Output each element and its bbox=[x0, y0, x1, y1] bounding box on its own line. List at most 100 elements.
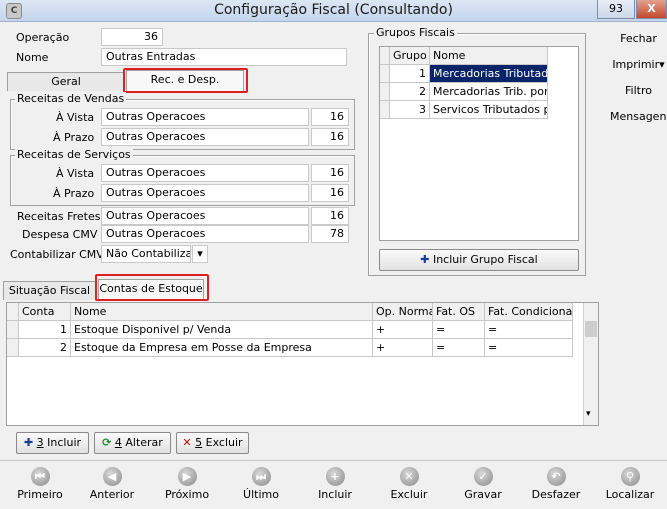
nav-incluir-button[interactable]: + Incluir bbox=[298, 467, 372, 501]
grupos-row-3-grupo[interactable]: 3 bbox=[390, 101, 430, 119]
grupos-row-1-nome[interactable]: Mercadorias Tributadas bbox=[430, 65, 548, 83]
contas-row-1-os[interactable]: = bbox=[433, 321, 485, 339]
nav-anterior-button[interactable]: ◀ Anterior bbox=[75, 467, 149, 501]
nav-primeiro-label: Primeiro bbox=[17, 488, 63, 501]
grupos-header-grupo[interactable]: Grupo bbox=[390, 47, 430, 65]
incluir-conta-button[interactable]: ✚ 3 Incluir bbox=[16, 432, 89, 454]
contas-row-2-nome[interactable]: Estoque da Empresa em Posse da Empresa bbox=[71, 339, 373, 357]
close-window-button[interactable]: X bbox=[636, 0, 667, 19]
nav-ultimo-button[interactable]: ⏭ Último bbox=[224, 467, 298, 501]
check-icon: ✓ bbox=[473, 467, 493, 486]
nav-primeiro-button[interactable]: ⏮ Primeiro bbox=[3, 467, 77, 501]
servicos-aprazo-code[interactable]: 16 bbox=[311, 184, 349, 202]
contas-scrollbar[interactable]: ▾ bbox=[583, 303, 598, 425]
operacao-field[interactable]: 36 bbox=[101, 28, 163, 46]
servicos-avista-code[interactable]: 16 bbox=[311, 164, 349, 182]
incluir-grupo-fiscal-button[interactable]: ✚ Incluir Grupo Fiscal bbox=[379, 249, 579, 271]
cmv-code[interactable]: 78 bbox=[311, 225, 349, 243]
plus-icon: ✚ bbox=[23, 436, 34, 449]
imprimir-label: Imprimir bbox=[612, 58, 660, 71]
contas-row-2-os[interactable]: = bbox=[433, 339, 485, 357]
tab-situacao-fiscal[interactable]: Situação Fiscal bbox=[3, 281, 96, 300]
plus-icon: ✚ bbox=[420, 253, 430, 266]
title-bar: C Configuração Fiscal (Consultando) bbox=[0, 0, 667, 22]
receitas-vendas-title: Receitas de Vendas bbox=[15, 92, 127, 105]
vendas-avista-code[interactable]: 16 bbox=[311, 108, 349, 126]
refresh-icon: ⟳ bbox=[102, 436, 112, 449]
contas-row-1-nome[interactable]: Estoque Disponivel p/ Venda bbox=[71, 321, 373, 339]
nav-incluir-label: Incluir bbox=[318, 488, 352, 501]
mensagens-button[interactable]: Mensagens bbox=[610, 110, 667, 123]
nav-desfazer-label: Desfazer bbox=[531, 488, 581, 501]
vendas-avista-label: À Vista bbox=[56, 111, 95, 124]
nav-desfazer-button[interactable]: ↶ Desfazer bbox=[519, 467, 593, 501]
nav-localizar-button[interactable]: ⚲ Localizar bbox=[593, 467, 667, 501]
grupos-fiscais-title: Grupos Fiscais bbox=[374, 26, 457, 39]
tab-highlight bbox=[123, 68, 248, 93]
grupos-corner bbox=[380, 47, 390, 65]
contas-header-op-normal[interactable]: Op. Normal bbox=[373, 303, 433, 321]
contas-row-2-op[interactable]: + bbox=[373, 339, 433, 357]
contas-header-fat-condicional[interactable]: Fat. Condicional bbox=[485, 303, 573, 321]
grupos-row-1-grupo[interactable]: 1 bbox=[390, 65, 430, 83]
code-badge: 93 bbox=[597, 0, 635, 19]
contas-grid[interactable]: Conta Nome Op. Normal Fat. OS Fat. Condi… bbox=[6, 302, 599, 426]
scrollbar-thumb[interactable] bbox=[585, 321, 597, 337]
nav-localizar-label: Localizar bbox=[605, 488, 655, 501]
grupos-row-indicator bbox=[380, 101, 390, 119]
chevron-down-icon: ▾ bbox=[197, 247, 203, 260]
nav-proximo-button[interactable]: ▶ Próximo bbox=[150, 467, 224, 501]
alterar-shortcut: 4 bbox=[114, 436, 122, 449]
nav-proximo-label: Próximo bbox=[164, 488, 210, 501]
contas-corner bbox=[7, 303, 19, 321]
vendas-aprazo-code[interactable]: 16 bbox=[311, 128, 349, 146]
x-icon: ✕ bbox=[399, 467, 419, 486]
scroll-down-icon[interactable]: ▾ bbox=[586, 409, 591, 419]
grupos-row-indicator bbox=[380, 65, 390, 83]
grupos-header-nome[interactable]: Nome bbox=[430, 47, 548, 65]
servicos-avista-field[interactable]: Outras Operacoes bbox=[101, 164, 309, 182]
servicos-aprazo-field[interactable]: Outras Operacoes bbox=[101, 184, 309, 202]
grupos-row-indicator bbox=[380, 83, 390, 101]
plus-icon: + bbox=[325, 467, 345, 486]
alterar-label: Alterar bbox=[121, 436, 163, 449]
contas-row-1-cond[interactable]: = bbox=[485, 321, 573, 339]
nav-gravar-button[interactable]: ✓ Gravar bbox=[446, 467, 520, 501]
grupos-row-3-nome[interactable]: Servicos Tributados pel bbox=[430, 101, 548, 119]
first-icon: ⏮ bbox=[30, 467, 50, 486]
contas-row-1-conta[interactable]: 1 bbox=[19, 321, 71, 339]
contas-row-2-conta[interactable]: 2 bbox=[19, 339, 71, 357]
contas-header-conta[interactable]: Conta bbox=[19, 303, 71, 321]
imprimir-button[interactable]: Imprimir▾ bbox=[610, 58, 667, 71]
tab-geral[interactable]: Geral bbox=[7, 72, 125, 91]
contas-row-2-cond[interactable]: = bbox=[485, 339, 573, 357]
contas-header-nome[interactable]: Nome bbox=[71, 303, 373, 321]
excluir-label: Excluir bbox=[202, 436, 243, 449]
alterar-conta-button[interactable]: ⟳ 4 Alterar bbox=[94, 432, 171, 454]
last-icon: ⏭ bbox=[251, 467, 271, 486]
grupos-grid[interactable]: Grupo Nome 1 Mercadorias Tributadas 2 Me… bbox=[379, 46, 579, 241]
contabilizar-dropdown-button[interactable]: ▾ bbox=[192, 245, 208, 263]
fechar-button[interactable]: Fechar bbox=[610, 32, 667, 45]
grupos-row-2-nome[interactable]: Mercadorias Trib. por Su bbox=[430, 83, 548, 101]
vendas-aprazo-field[interactable]: Outras Operacoes bbox=[101, 128, 309, 146]
fretes-field[interactable]: Outras Operacoes bbox=[101, 207, 309, 225]
nome-field[interactable]: Outras Entradas bbox=[101, 48, 347, 66]
contabilizar-select[interactable]: Não Contabilizar bbox=[101, 245, 191, 263]
nav-excluir-label: Excluir bbox=[390, 488, 428, 501]
contabilizar-label: Contabilizar CMV bbox=[10, 248, 104, 261]
cmv-field[interactable]: Outras Operacoes bbox=[101, 225, 309, 243]
contas-header-fat-os[interactable]: Fat. OS bbox=[433, 303, 485, 321]
filtro-button[interactable]: Filtro bbox=[610, 84, 667, 97]
search-icon: ⚲ bbox=[620, 467, 640, 486]
chevron-down-icon: ▾ bbox=[659, 58, 665, 71]
nav-excluir-button[interactable]: ✕ Excluir bbox=[372, 467, 446, 501]
fretes-code[interactable]: 16 bbox=[311, 207, 349, 225]
grupos-row-2-grupo[interactable]: 2 bbox=[390, 83, 430, 101]
incluir-shortcut: 3 bbox=[36, 436, 44, 449]
excluir-conta-button[interactable]: ✕ 5 Excluir bbox=[176, 432, 249, 454]
servicos-aprazo-label: À Prazo bbox=[53, 187, 95, 200]
vendas-avista-field[interactable]: Outras Operacoes bbox=[101, 108, 309, 126]
contas-row-1-op[interactable]: + bbox=[373, 321, 433, 339]
nav-gravar-label: Gravar bbox=[464, 488, 502, 501]
